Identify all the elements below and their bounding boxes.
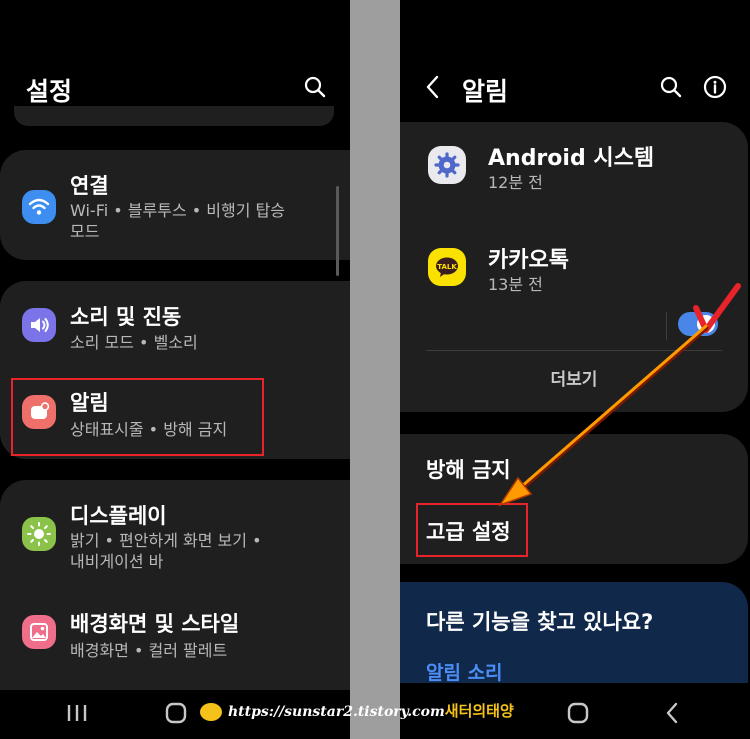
arrow-line bbox=[512, 324, 708, 495]
watermark-url: https://sunstar2.tistory.com bbox=[228, 704, 445, 720]
checkmark-icon bbox=[693, 283, 741, 333]
annotation-arrow bbox=[498, 283, 741, 507]
emoji-face-icon bbox=[200, 703, 222, 721]
watermark: https://sunstar2.tistory.com새터의태양 bbox=[200, 700, 514, 721]
arrow-shadow bbox=[511, 325, 709, 498]
watermark-name: 새터의태양 bbox=[444, 702, 514, 720]
